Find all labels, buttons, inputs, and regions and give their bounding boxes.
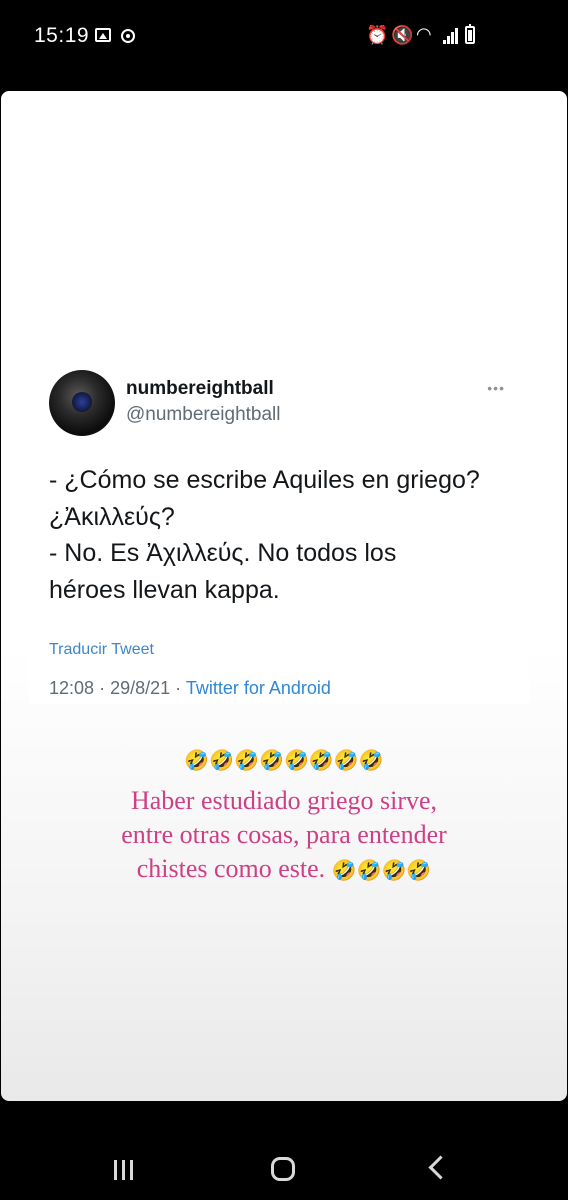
tweet-line: - No. Es Ἀχιλλεύς. No todos los	[49, 539, 397, 567]
meta-separator: ·	[99, 678, 106, 698]
more-options-icon: •••	[487, 380, 505, 396]
laughing-emoji-row: 🤣🤣🤣🤣🤣🤣🤣🤣	[184, 750, 384, 772]
battery-icon	[465, 24, 475, 44]
tweet-meta: 12:08 · 29/8/21 · Twitter for Android	[49, 678, 331, 699]
laughing-emoji-group: 🤣🤣🤣🤣	[331, 858, 432, 882]
caption-line: Haber estudiado griego sirve,	[130, 786, 438, 815]
image-icon	[95, 28, 111, 42]
signal-icon	[443, 28, 459, 44]
tweet-date: 29/8/21	[110, 678, 171, 698]
navigation-bar	[0, 1140, 568, 1200]
wifi-icon: ◠	[416, 24, 432, 44]
tweet-source: Twitter for Android	[185, 678, 331, 698]
story-caption: Haber estudiado griego sirve, entre otra…	[1, 784, 567, 887]
tweet-line: ¿Ἀκιλλεύς?	[49, 502, 175, 531]
tweet-time: 12:08	[49, 678, 95, 698]
tweet-screenshot: numbereightball @numbereightball ••• - ¿…	[29, 364, 529, 704]
translate-tweet-link: Traducir Tweet	[49, 641, 154, 658]
recent-apps-button[interactable]	[114, 1160, 136, 1180]
meta-separator: ·	[175, 678, 182, 698]
mute-icon: 🔇	[391, 25, 414, 45]
tweet-body: - ¿Cómo se escribe Aquiles en griego? ¿Ἀ…	[49, 462, 519, 608]
story-card: numbereightball @numbereightball ••• - ¿…	[1, 91, 567, 1101]
tweet-line: héroes llevan kappa.	[49, 575, 280, 604]
status-bar: 15:19 ⏰ 🔇 ◠	[0, 0, 568, 72]
caption-line-text: chistes como este.	[136, 854, 326, 883]
tweet-line: - ¿Cómo se escribe Aquiles en griego?	[49, 466, 480, 494]
tweet-handle: @numbereightball	[126, 404, 281, 425]
clock: 15:19	[34, 24, 90, 47]
home-button[interactable]	[271, 1157, 295, 1181]
caption-line: entre otras cosas, para entender	[121, 820, 447, 849]
back-button[interactable]	[428, 1155, 453, 1180]
caption-line: chistes como este. 🤣🤣🤣🤣	[1, 852, 567, 887]
alarm-icon: ⏰	[366, 25, 389, 45]
tweet-display-name: numbereightball	[126, 378, 274, 399]
record-icon	[121, 29, 135, 43]
avatar	[49, 370, 115, 436]
